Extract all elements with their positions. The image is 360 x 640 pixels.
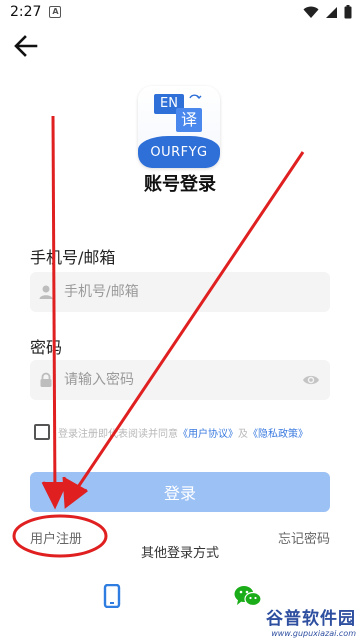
logo-translate-badge: 译: [176, 108, 202, 132]
status-time: 2:27: [10, 4, 42, 20]
login-button[interactable]: 登录: [30, 472, 330, 512]
password-input[interactable]: [62, 359, 302, 401]
status-bar: 2:27 A: [0, 0, 360, 24]
account-field[interactable]: [30, 271, 330, 313]
eye-icon[interactable]: [302, 371, 320, 389]
signal-icon: [326, 6, 337, 18]
password-label: 密码: [30, 338, 63, 357]
watermark-logo: 谷普软件园 www.gupuxiazai.com: [252, 604, 356, 638]
page-title: 账号登录: [144, 174, 216, 195]
lock-icon: [38, 372, 54, 388]
wifi-icon: [303, 6, 319, 18]
agreement-checkbox[interactable]: [34, 424, 50, 440]
privacy-policy-link[interactable]: 《隐私政策》: [248, 425, 308, 440]
logo-brand-text: OURFYG: [138, 136, 220, 168]
app-logo: EN 译 OURFYG: [138, 86, 220, 168]
annotation-arrow-diagonal: [62, 151, 305, 509]
account-label: 手机号/邮箱: [30, 248, 116, 267]
agreement-text: 登录注册即代表阅读并同意: [58, 428, 178, 440]
notification-a-icon: A: [49, 6, 62, 18]
watermark-title: 谷普软件园: [266, 609, 356, 629]
password-field[interactable]: [30, 359, 330, 401]
swap-arrows-icon: [189, 94, 202, 99]
other-login-label: 其他登录方式: [140, 546, 219, 561]
user-agreement-link[interactable]: 《用户协议》: [178, 425, 238, 440]
phone-icon: [103, 583, 121, 609]
status-left: 2:27 A: [10, 4, 62, 20]
phone-login-button[interactable]: [101, 583, 123, 609]
arrow-left-icon: [14, 35, 38, 57]
watermark-url: www.gupuxiazai.com: [271, 629, 356, 638]
back-button[interactable]: [12, 34, 40, 58]
status-right: [303, 5, 352, 19]
agreement-row: 登录注册即代表阅读并同意 《用户协议》 及 《隐私政策》: [34, 424, 334, 440]
account-input[interactable]: [62, 271, 330, 313]
user-icon: [38, 284, 54, 300]
battery-icon: [344, 5, 352, 19]
agreement-and: 及: [238, 428, 248, 440]
